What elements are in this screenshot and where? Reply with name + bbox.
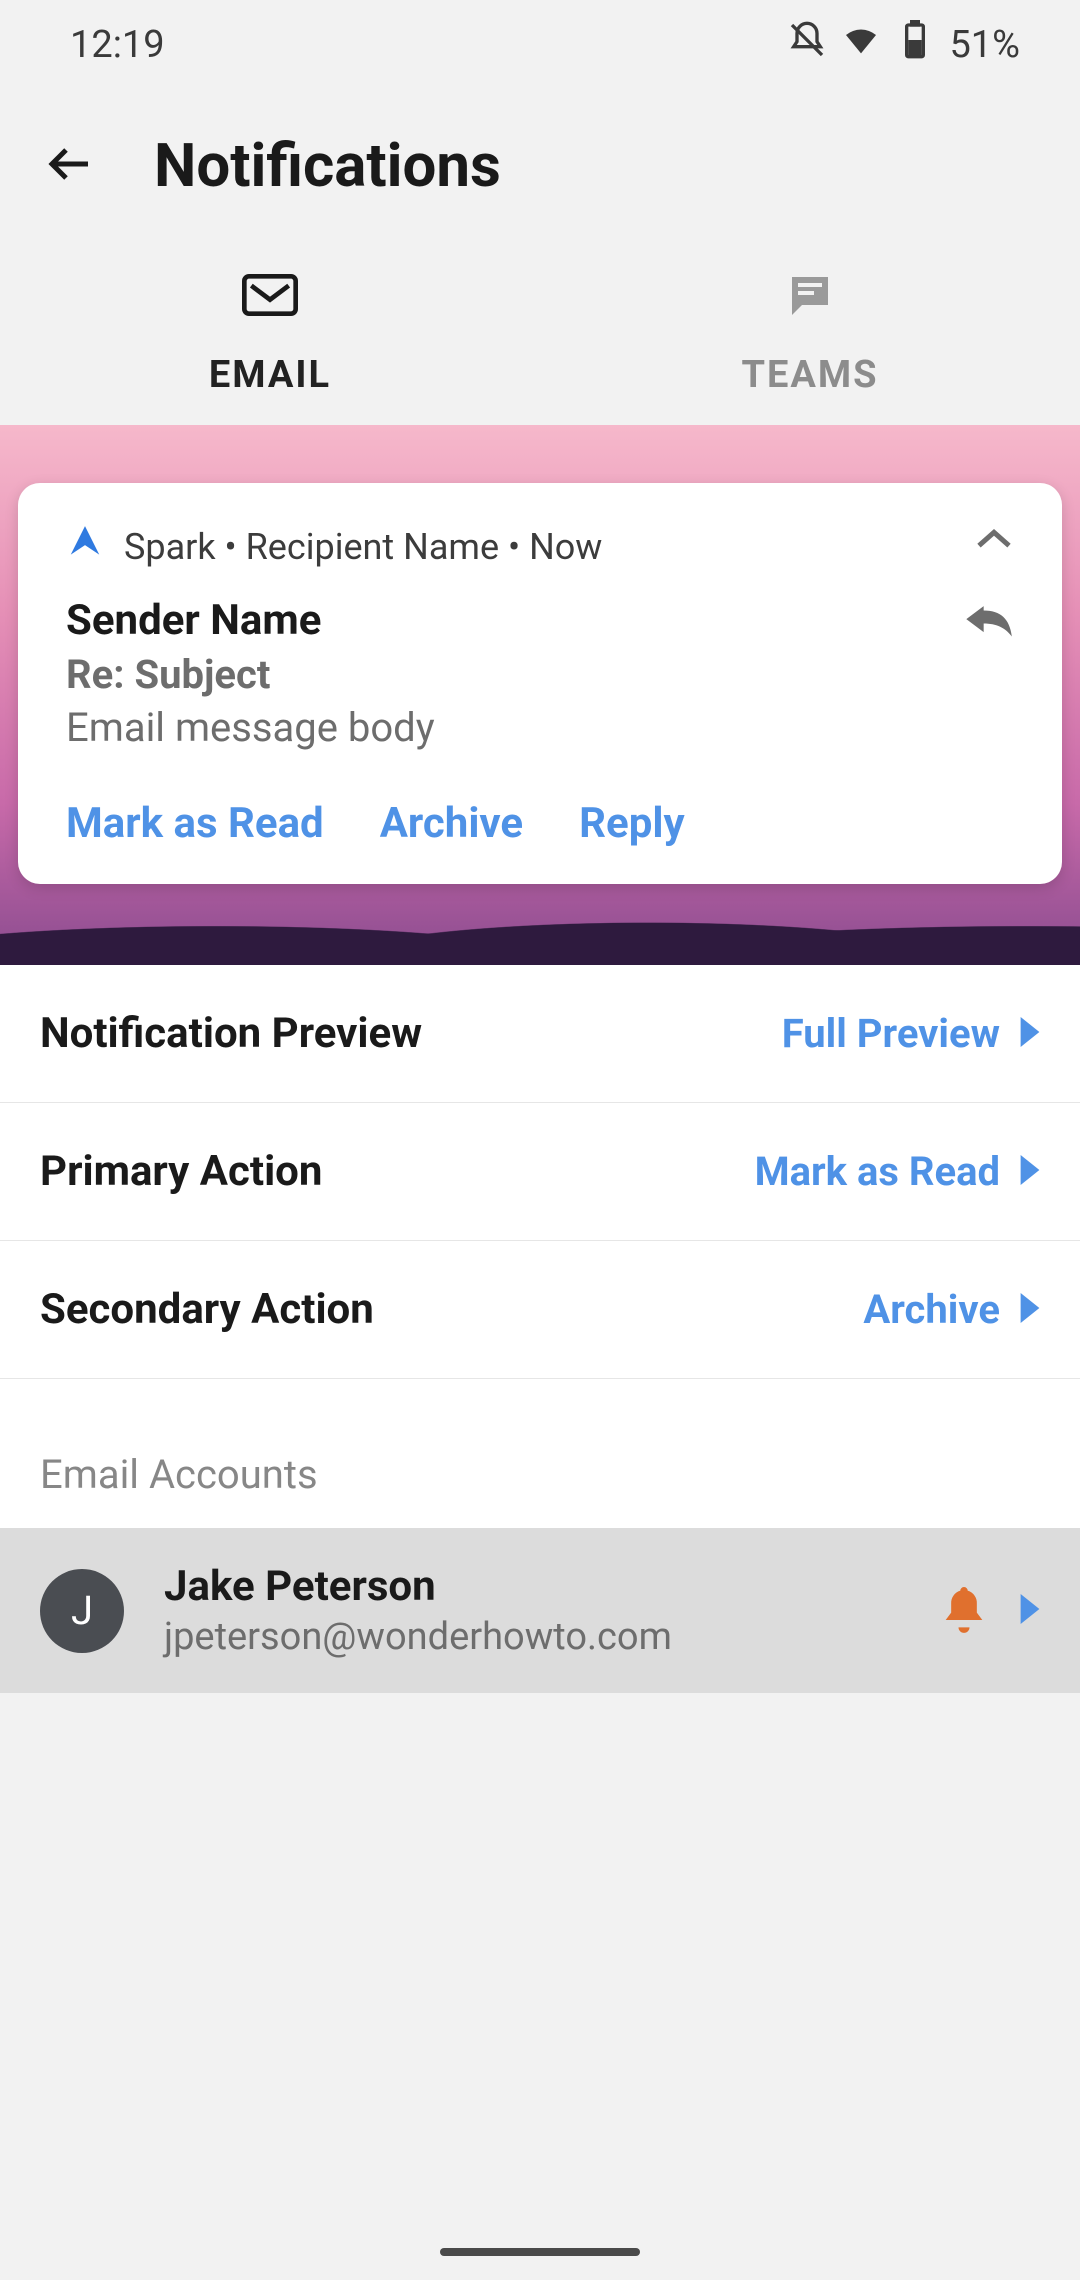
notification-subject: Re: Subject — [66, 651, 962, 698]
setting-secondary-action[interactable]: Secondary Action Archive — [0, 1241, 1080, 1379]
setting-label: Primary Action — [40, 1147, 322, 1196]
chevron-right-icon — [1020, 1594, 1040, 1628]
notif-action-mark-read[interactable]: Mark as Read — [66, 799, 324, 848]
account-name: Jake Peterson — [164, 1562, 902, 1611]
setting-value: Archive — [863, 1286, 1000, 1333]
notification-meta-text: Spark • Recipient Name • Now — [124, 526, 602, 568]
email-account-row[interactable]: J Jake Peterson jpeterson@wonderhowto.co… — [0, 1528, 1080, 1693]
setting-value: Mark as Read — [755, 1148, 1000, 1195]
notification-sender: Sender Name — [66, 596, 962, 645]
tab-email[interactable]: EMAIL — [0, 241, 540, 425]
clock: 12:19 — [70, 23, 165, 67]
chevron-right-icon — [1020, 1286, 1040, 1333]
settings-list: Notification Preview Full Preview Primar… — [0, 965, 1080, 1528]
bell-icon — [942, 1583, 986, 1639]
setting-primary-action[interactable]: Primary Action Mark as Read — [0, 1103, 1080, 1241]
section-email-accounts: Email Accounts — [0, 1379, 1080, 1528]
page-title: Notifications — [154, 130, 501, 201]
chevron-right-icon — [1020, 1010, 1040, 1057]
reply-arrow-icon[interactable] — [962, 596, 1014, 642]
avatar: J — [40, 1569, 124, 1653]
chevron-right-icon — [1020, 1148, 1040, 1195]
setting-label: Notification Preview — [40, 1009, 422, 1058]
notification-preview-panel: Spark • Recipient Name • Now Sender Name… — [0, 425, 1080, 965]
collapse-chevron-icon[interactable] — [974, 527, 1014, 555]
notif-action-archive[interactable]: Archive — [380, 799, 523, 848]
back-arrow-icon[interactable] — [46, 140, 94, 192]
tab-email-label: EMAIL — [209, 353, 331, 397]
tab-teams[interactable]: TEAMS — [540, 241, 1080, 425]
page-header: Notifications — [0, 90, 1080, 241]
battery-icon — [895, 20, 935, 70]
tab-teams-label: TEAMS — [741, 353, 878, 397]
setting-label: Secondary Action — [40, 1285, 374, 1334]
account-email: jpeterson@wonderhowto.com — [164, 1615, 902, 1659]
wifi-icon — [841, 20, 881, 70]
dnd-off-icon — [787, 20, 827, 70]
envelope-icon — [242, 271, 298, 329]
notification-card: Spark • Recipient Name • Now Sender Name… — [18, 483, 1062, 884]
chat-icon — [782, 271, 838, 329]
spark-app-icon — [66, 523, 104, 570]
setting-notification-preview[interactable]: Notification Preview Full Preview — [0, 965, 1080, 1103]
tabs: EMAIL TEAMS — [0, 241, 1080, 425]
notif-action-reply[interactable]: Reply — [579, 799, 684, 848]
gesture-bar — [440, 2248, 640, 2256]
notification-body: Email message body — [66, 704, 962, 751]
status-bar: 12:19 51% — [0, 0, 1080, 90]
setting-value: Full Preview — [782, 1010, 1000, 1057]
battery-percent: 51% — [949, 23, 1020, 67]
